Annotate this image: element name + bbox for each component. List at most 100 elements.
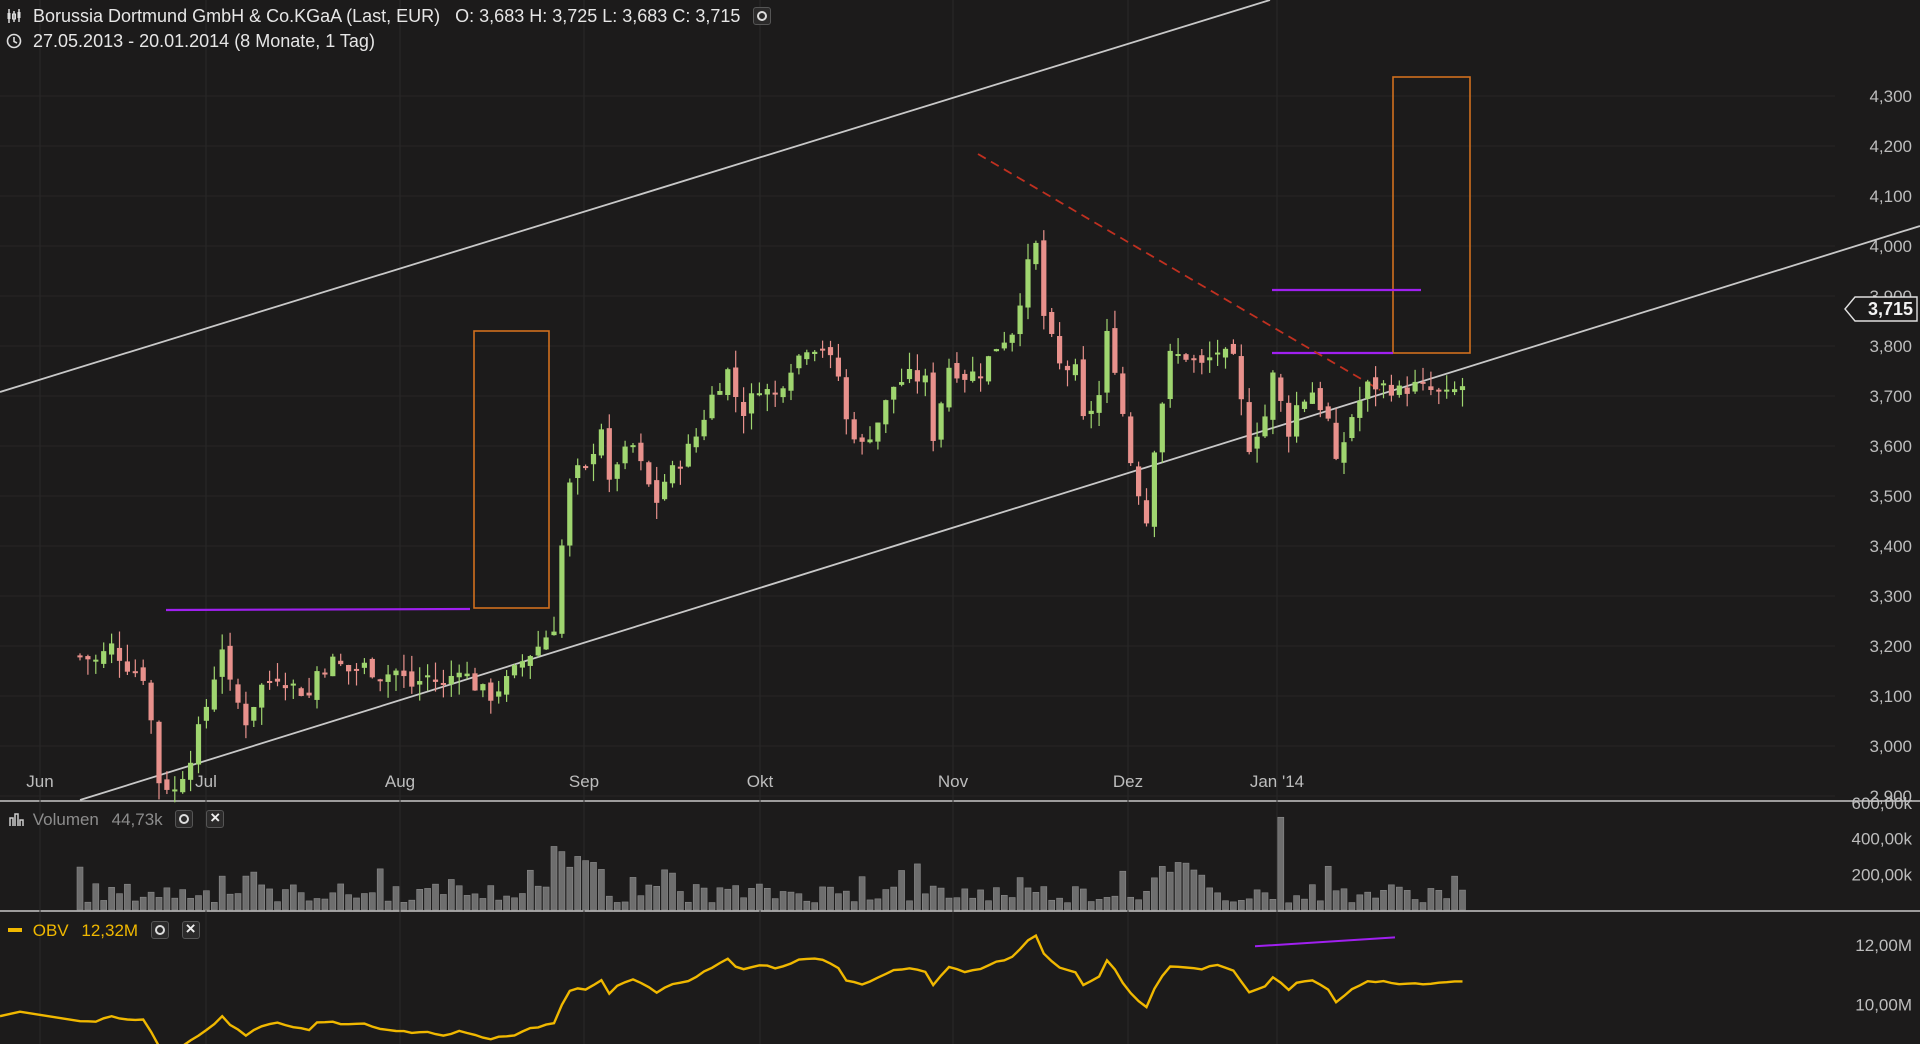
obv-line — [0, 933, 1463, 1044]
volume-bar — [795, 893, 803, 911]
candle-up — [922, 375, 928, 383]
volume-bar — [408, 899, 416, 911]
candle-up — [1459, 386, 1466, 391]
volume-tick-label: 400,00k — [1852, 830, 1913, 849]
volume-bar — [455, 885, 463, 911]
y-tick-label: 3,700 — [1869, 387, 1912, 406]
candle-up — [899, 382, 905, 385]
volume-bar — [874, 898, 882, 911]
candle-down — [409, 671, 415, 687]
candle-up — [1167, 350, 1173, 400]
volume-bar — [1214, 892, 1221, 911]
volume-bar — [724, 888, 732, 911]
candle-down — [1325, 406, 1331, 419]
volume-bar — [914, 863, 921, 911]
candle-up — [1396, 385, 1402, 395]
volume-bar — [368, 892, 376, 911]
candle-up — [1254, 436, 1260, 449]
volume-bar — [1016, 877, 1024, 911]
y-tick-label: 3,200 — [1869, 637, 1912, 656]
volume-bar — [392, 886, 400, 911]
candle-up — [1222, 348, 1229, 358]
volume-bar — [266, 888, 273, 911]
candle-up — [1309, 392, 1315, 404]
volume-bar — [590, 862, 597, 911]
candle-down — [1049, 311, 1055, 334]
candle-down — [1230, 343, 1236, 354]
volume-bar — [187, 897, 194, 911]
volume-settings-button[interactable] — [175, 810, 194, 828]
candle-up — [1444, 389, 1450, 392]
volume-bar — [400, 902, 408, 911]
volume-bar — [1293, 895, 1300, 911]
candle-up — [1072, 364, 1078, 376]
close-icon: × — [210, 808, 221, 827]
clock-icon — [6, 33, 22, 49]
volume-bar — [361, 893, 368, 911]
volume-bar — [1245, 898, 1253, 911]
candle-up — [1341, 442, 1347, 463]
volume-bar — [147, 891, 155, 911]
volume-bar — [653, 886, 661, 911]
volume-bar — [779, 891, 787, 911]
volume-bar — [313, 898, 321, 911]
volume-bar — [519, 893, 526, 911]
volume-bar — [1127, 896, 1134, 911]
volume-bar — [1166, 871, 1174, 911]
obv-value: 12,32M — [81, 921, 139, 940]
volume-bar — [866, 899, 874, 911]
volume-bar — [937, 887, 945, 911]
volume-close-button[interactable]: × — [206, 808, 225, 828]
candle-down — [859, 437, 865, 442]
volume-bar — [503, 895, 510, 911]
candle-down — [401, 670, 407, 677]
candle-up — [598, 429, 604, 456]
obv-settings-button[interactable] — [150, 921, 169, 939]
candle-down — [1064, 365, 1071, 371]
volume-bar — [1143, 891, 1150, 911]
obv-close-button[interactable]: × — [181, 919, 200, 939]
candle-up — [527, 656, 533, 666]
volume-bar — [305, 900, 313, 911]
stock-chart[interactable]: 2,9003,0003,1003,2003,3003,4003,5003,600… — [0, 0, 1920, 1044]
volume-bar — [1277, 816, 1285, 911]
settings-button[interactable] — [753, 7, 772, 25]
candle-up — [219, 649, 225, 677]
volume-bar — [321, 898, 329, 911]
candle-down — [741, 401, 747, 416]
candle-up — [551, 631, 557, 636]
volume-bar — [447, 879, 455, 911]
volume-bar — [92, 883, 100, 911]
candle-up — [1349, 417, 1355, 439]
volume-bar — [203, 890, 210, 911]
candle-down — [440, 682, 446, 685]
volume-tick-label: 200,00k — [1852, 865, 1913, 884]
candle-up — [985, 356, 992, 382]
volume-bar — [171, 897, 179, 911]
y-tick-label: 4,300 — [1869, 87, 1912, 106]
volume-bar — [195, 895, 202, 911]
volume-bar — [345, 894, 352, 911]
volume-bar — [1427, 888, 1435, 911]
y-tick-label: 4,100 — [1869, 187, 1912, 206]
volume-bar — [463, 895, 471, 911]
circle-icon — [179, 814, 190, 824]
volume-bar — [337, 883, 345, 911]
obv-tick-label: 12,00M — [1855, 936, 1912, 955]
candle-down — [282, 685, 288, 689]
volume-bar — [487, 885, 495, 911]
volume-bar — [1372, 897, 1379, 911]
circle-icon — [757, 11, 768, 21]
volume-bar — [1403, 890, 1411, 911]
candle-down — [164, 779, 170, 790]
volume-bar — [1364, 891, 1371, 911]
volume-bar — [84, 901, 92, 911]
volume-name: Volumen — [32, 810, 99, 829]
volume-bar — [1080, 888, 1087, 911]
volume-bar — [542, 886, 550, 911]
candle-up — [180, 778, 186, 793]
volume-bar — [969, 897, 977, 911]
volume-bar — [550, 846, 558, 911]
candle-up — [1380, 383, 1387, 386]
candle-up — [662, 481, 668, 500]
